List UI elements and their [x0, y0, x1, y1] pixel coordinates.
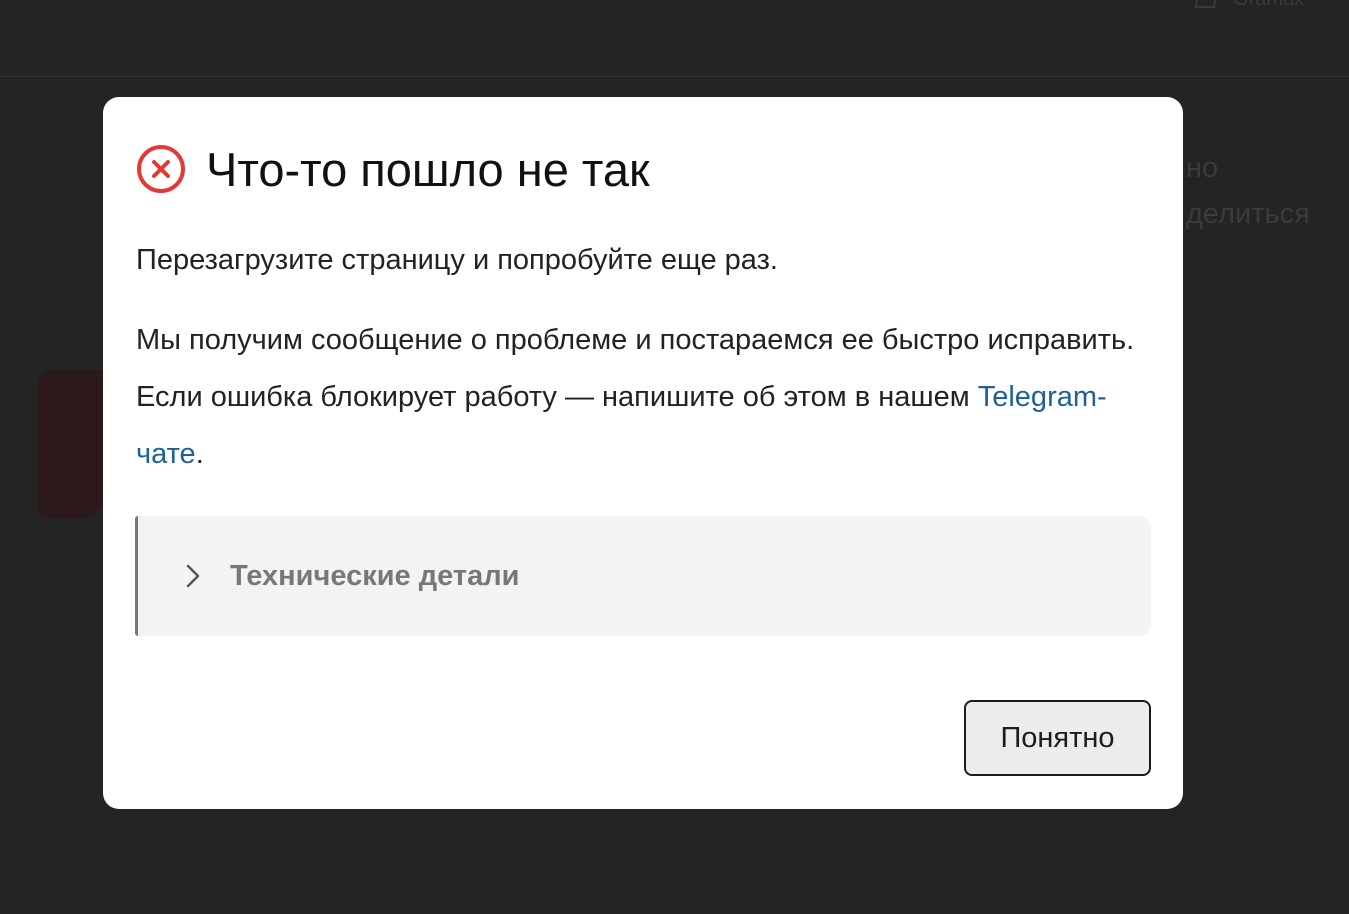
dialog-header: Что-то пошло не так: [136, 137, 650, 201]
background-text: делиться: [1186, 198, 1310, 230]
error-dialog: Что-то пошло не так Перезагрузите страни…: [103, 97, 1183, 809]
support-text: Мы получим сообщение о проблеме и постар…: [136, 312, 1136, 483]
technical-details-label: Технические детали: [230, 559, 520, 592]
chevron-right-icon: [186, 564, 200, 588]
support-text-end: .: [195, 438, 204, 470]
error-circle-x-icon: [137, 145, 185, 193]
app-logo-text: Gramax: [1233, 0, 1304, 11]
dialog-title: Что-то пошло не так: [206, 142, 650, 196]
technical-details-toggle[interactable]: Технические детали: [135, 516, 1151, 636]
app-header-divider: [0, 76, 1349, 77]
background-illustration: [38, 370, 110, 518]
reload-hint-text: Перезагрузите страницу и попробуйте еще …: [136, 244, 778, 276]
background-text: но: [1186, 152, 1219, 184]
logo-icon: [1194, 0, 1218, 8]
ok-button[interactable]: Понятно: [964, 700, 1151, 776]
